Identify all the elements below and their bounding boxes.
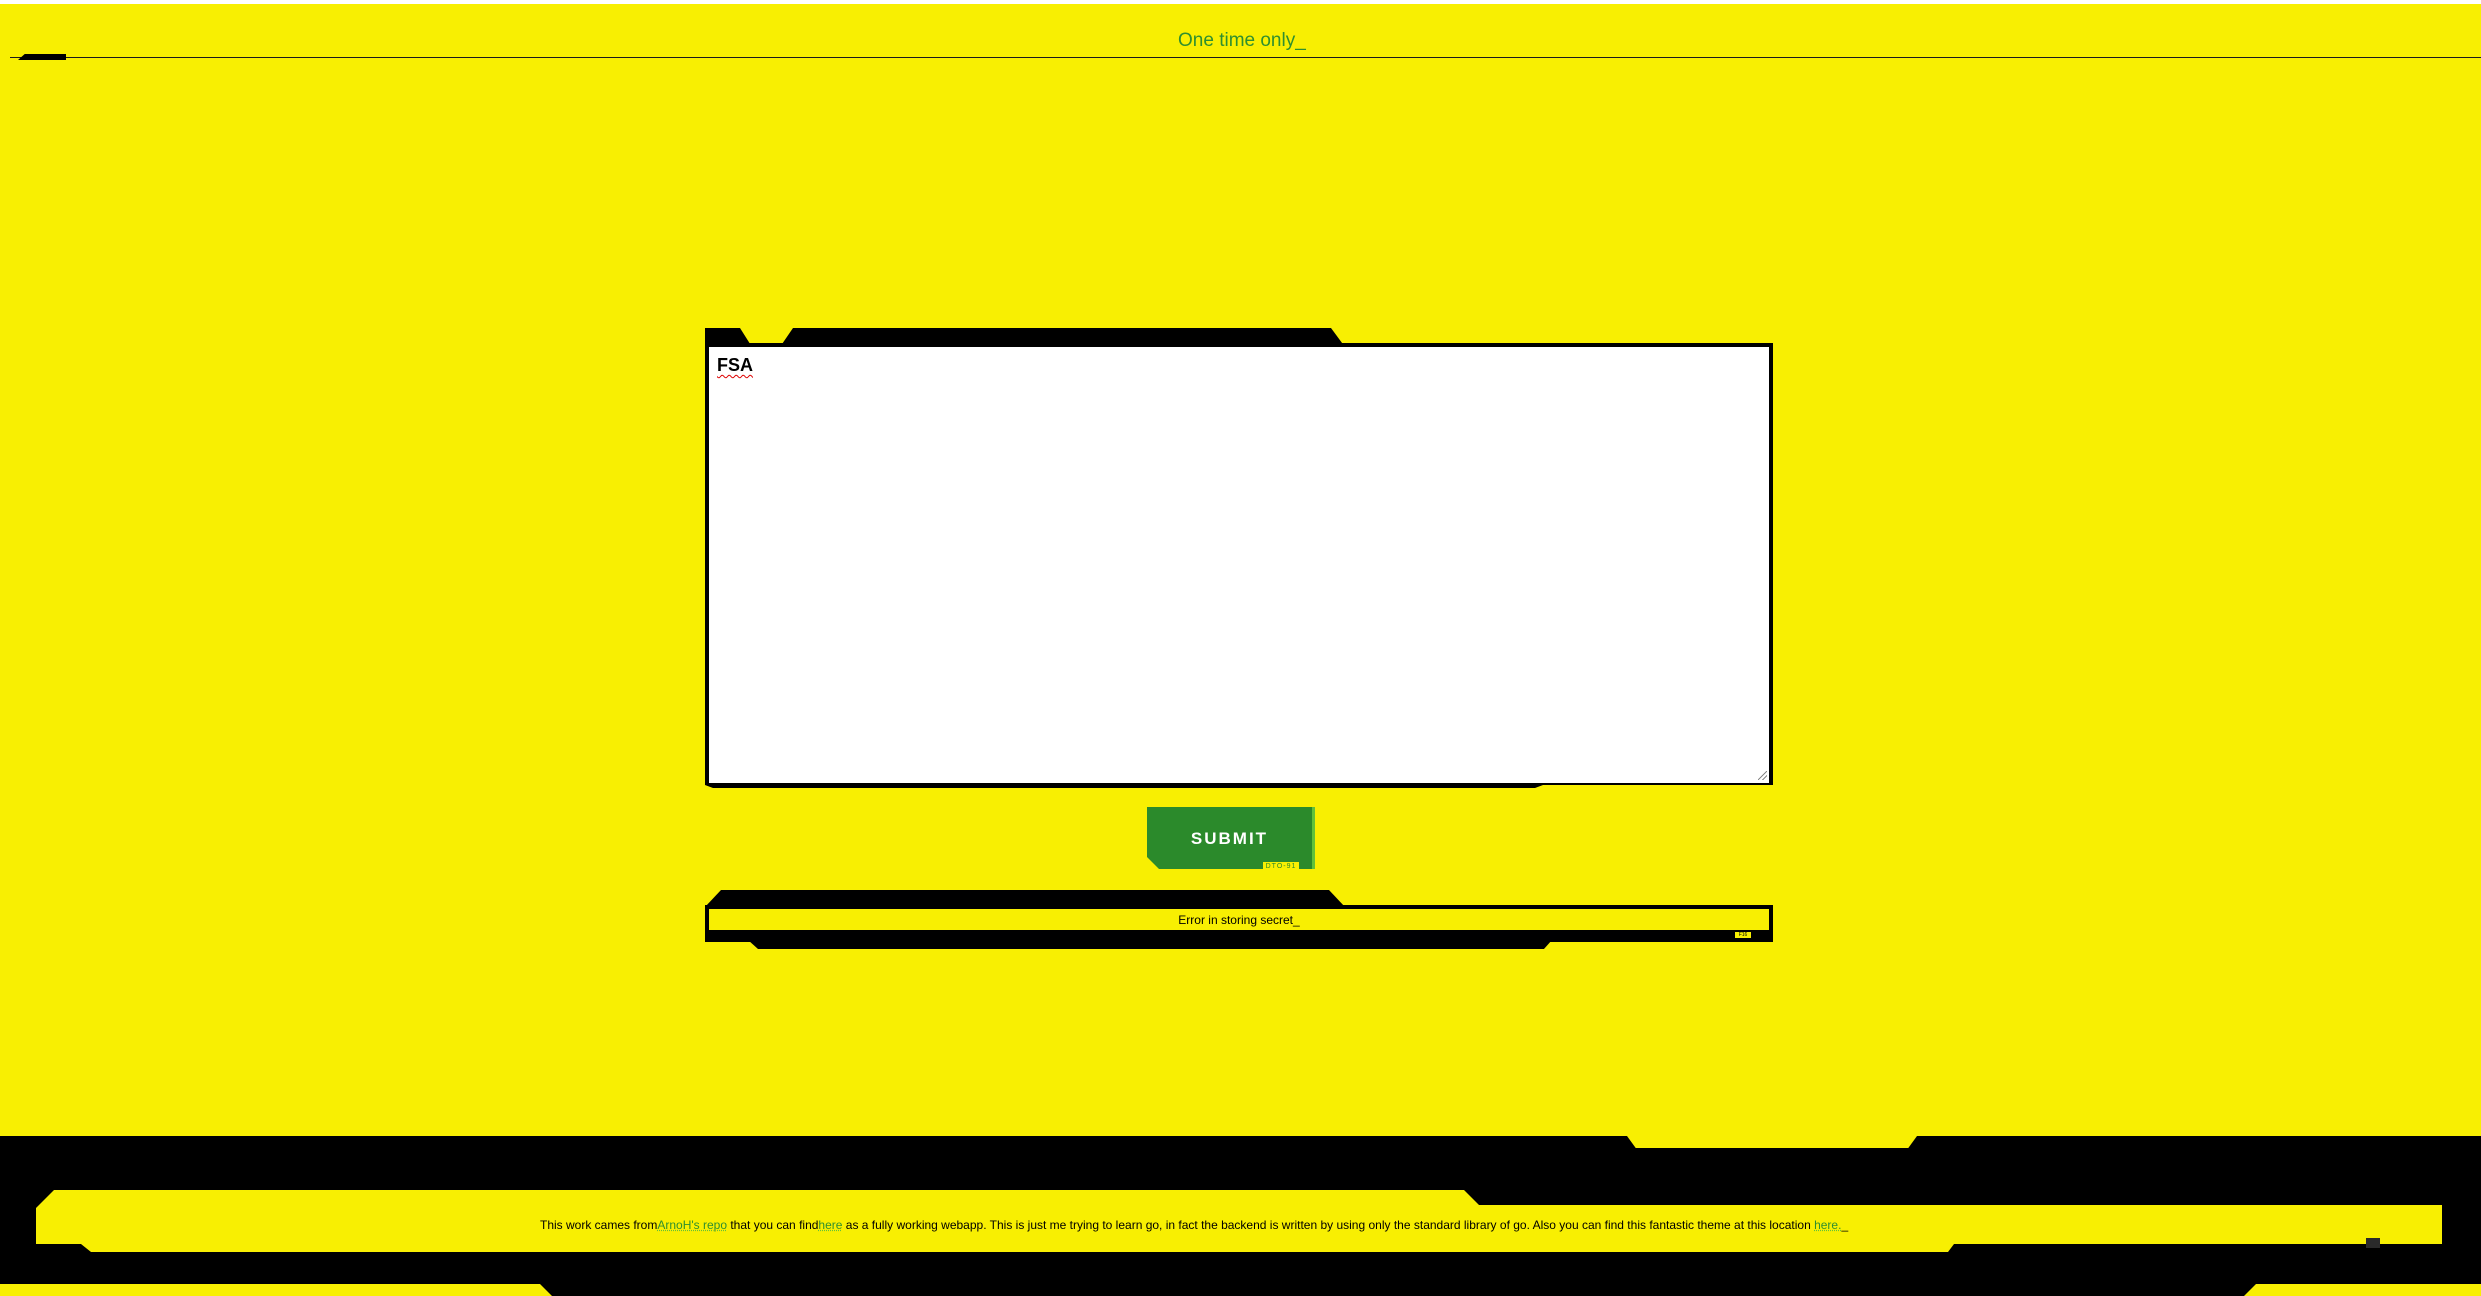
footer-text-cursor: _ [1841,1218,1849,1232]
footer-link-theme[interactable]: here. [1814,1218,1841,1232]
resize-grip-icon[interactable] [1758,771,1767,780]
error-box-tag: F16 [1735,932,1751,938]
secret-textarea[interactable] [709,347,1769,783]
submit-button-tag: DTO-91 [1263,862,1299,869]
footer-corner-decoration [2366,1238,2380,1248]
header-divider [10,57,2481,58]
submit-button-label: SUBMIT [1190,829,1269,848]
error-box-bottom-tab [748,940,1552,949]
page: One time only_ FSA SUBMIT DTO-91 Error i… [0,0,2481,1296]
footer-text-part: as a fully working webapp. This is just … [842,1218,1815,1232]
footer-top-notch [1627,1136,1917,1148]
error-message: Error in storing secret_ [1178,913,1300,927]
secret-textarea-value: FSA [717,355,753,375]
header-notch-decoration [18,54,66,60]
footer-text-part: that you can find [727,1218,819,1232]
footer-text-part: This work cames from [540,1218,658,1232]
footer-link-webapp[interactable]: here [818,1218,842,1232]
page-title: One time only_ [1178,30,1306,51]
footer-text: This work cames fromArnoH's repo that yo… [540,1218,1848,1232]
top-strip [0,0,2481,4]
submit-button[interactable]: SUBMIT DTO-91 [1147,807,1315,869]
footer-link-repo[interactable]: ArnoH's repo [657,1218,727,1232]
